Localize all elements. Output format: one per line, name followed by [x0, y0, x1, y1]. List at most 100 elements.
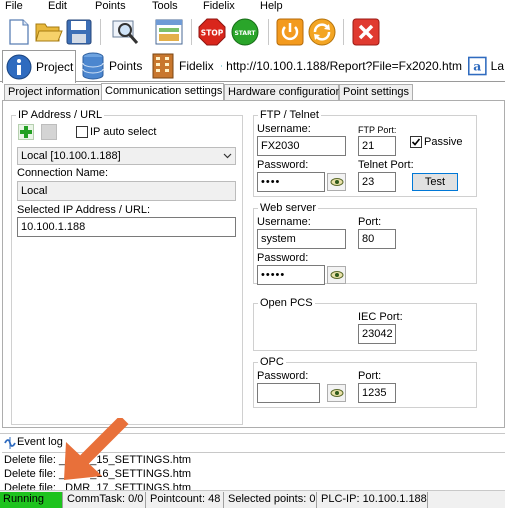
opc-port-label: Port:: [358, 370, 382, 382]
passive-checkbox[interactable]: [410, 136, 422, 148]
save-disk-icon[interactable]: [64, 17, 94, 47]
menu-fidelix[interactable]: Fidelix: [203, 0, 235, 13]
opc-password-label: Password:: [257, 370, 309, 382]
event-log-line: Delete file: _DMR_17_SETTINGS.htm: [4, 482, 192, 490]
start-sign-icon[interactable]: START: [230, 17, 260, 47]
web-username-field[interactable]: system: [257, 229, 346, 249]
open-pcs-group: Open PCS IEC Port: 23042: [253, 296, 477, 351]
connection-name-field[interactable]: Local: [17, 181, 236, 201]
ftp-port-field[interactable]: 21: [358, 136, 396, 156]
checkmark-icon: [411, 138, 421, 146]
tab-project[interactable]: Project: [2, 50, 76, 83]
menu-bar: File Edit Points Tools Fidelix Help: [0, 0, 505, 14]
passive-label: Passive: [424, 136, 463, 148]
opc-show-password-button[interactable]: [327, 384, 346, 402]
tab-language-label: La: [490, 59, 504, 73]
tab-report-url-label: http://10.100.1.188/Report?File=Fx2020.h…: [226, 59, 462, 73]
subtab-communication-settings[interactable]: Communication settings: [101, 83, 224, 101]
status-commtask: CommTask: 0/0: [64, 492, 146, 508]
close-x-icon[interactable]: [351, 17, 381, 47]
web-password-field[interactable]: •••••: [257, 265, 325, 285]
toolbar-separator: [343, 19, 344, 45]
communication-settings-panel: IP Address / URL IP auto select Local [1…: [2, 100, 505, 428]
menu-edit[interactable]: Edit: [48, 0, 67, 13]
eye-icon: [330, 178, 343, 186]
sub-tab-bar: Project information Communication settin…: [0, 83, 505, 101]
stop-sign-icon[interactable]: STOP: [197, 17, 227, 47]
selected-ip-field[interactable]: 10.100.1.188: [17, 217, 236, 237]
chevron-down-icon: [223, 153, 232, 159]
web-password-label: Password:: [257, 252, 309, 264]
opc-password-field[interactable]: [257, 383, 320, 403]
stop-text: STOP: [201, 29, 224, 38]
ip-group-title: IP Address / URL: [16, 108, 105, 122]
test-button[interactable]: Test: [412, 173, 458, 191]
toolbar-separator: [191, 19, 192, 45]
building-icon: [152, 53, 174, 79]
layout-window-icon[interactable]: [154, 17, 184, 47]
top-tab-bar: Project Points Fidelix http://10.100.1.1…: [0, 48, 505, 83]
eye-icon: [330, 271, 343, 279]
remove-ip-button[interactable]: [41, 124, 57, 140]
event-log-list[interactable]: Delete file: _DMR_15_SETTINGS.htm Delete…: [2, 452, 505, 490]
toolbar: STOP START: [0, 14, 505, 48]
toolbar-separator: [268, 19, 269, 45]
ftp-password-label: Password:: [257, 159, 309, 171]
web-port-label: Port:: [358, 216, 382, 228]
start-text: START: [234, 30, 256, 37]
tab-points-label: Points: [109, 59, 143, 73]
subtab-project-information[interactable]: Project information: [4, 84, 102, 101]
ftp-telnet-group: FTP / Telnet Username: FX2030 FTP Port: …: [253, 108, 477, 197]
tab-points[interactable]: Points: [78, 50, 146, 82]
search-inspect-icon[interactable]: [110, 17, 140, 47]
telnet-port-label: Telnet Port:: [358, 159, 414, 171]
menu-points[interactable]: Points: [95, 0, 126, 13]
web-port-field[interactable]: 80: [358, 229, 396, 249]
tab-report-url[interactable]: http://10.100.1.188/Report?File=Fx2020.h…: [218, 50, 463, 82]
ip-auto-select-label: IP auto select: [90, 126, 157, 138]
web-server-group: Web server Username: system Port: 80 Pas…: [253, 201, 477, 285]
menu-tools[interactable]: Tools: [152, 0, 178, 13]
opc-port-field[interactable]: 1235: [358, 383, 396, 403]
opcs-group-title: Open PCS: [258, 296, 315, 310]
web-show-password-button[interactable]: [327, 266, 346, 284]
subtab-point-settings[interactable]: Point settings: [339, 84, 413, 101]
power-icon[interactable]: [275, 17, 305, 47]
new-file-icon[interactable]: [4, 17, 34, 47]
event-log-header: Event log: [0, 433, 505, 451]
ftp-show-password-button[interactable]: [327, 173, 346, 191]
web-group-title: Web server: [258, 201, 319, 215]
eye-icon: [330, 389, 343, 397]
event-log-icon: [4, 437, 16, 449]
plus-icon: [20, 126, 32, 138]
event-log-line: Delete file: _DMR_15_SETTINGS.htm: [4, 454, 192, 466]
selected-ip-label: Selected IP Address / URL:: [17, 204, 151, 216]
ftp-group-title: FTP / Telnet: [258, 108, 321, 122]
ftp-username-field[interactable]: FX2030: [257, 136, 346, 156]
event-log-line: Delete file: _DMR_16_SETTINGS.htm: [4, 468, 192, 480]
status-plc-ip: PLC-IP: 10.100.1.188: [318, 492, 428, 508]
subtab-hardware-configuration[interactable]: Hardware configuration: [224, 84, 342, 101]
ftp-password-field[interactable]: ••••: [257, 172, 325, 192]
database-icon: [82, 52, 104, 80]
info-icon: [6, 54, 32, 80]
refresh-cycle-icon[interactable]: [307, 17, 337, 47]
status-selected-points: Selected points: 0: [225, 492, 317, 508]
tab-language[interactable]: a La: [465, 50, 505, 82]
status-pointcount: Pointcount: 48: [147, 492, 224, 508]
menu-file[interactable]: File: [5, 0, 23, 13]
ftp-username-label: Username:: [257, 123, 311, 135]
tab-fidelix[interactable]: Fidelix: [148, 50, 216, 82]
menu-help[interactable]: Help: [260, 0, 283, 13]
ip-address-group: IP Address / URL IP auto select Local [1…: [11, 108, 243, 425]
status-running: Running: [0, 492, 63, 508]
ip-address-combo[interactable]: Local [10.100.1.188]: [17, 147, 236, 165]
iec-port-label: IEC Port:: [358, 311, 403, 323]
event-log-title: Event log: [17, 436, 63, 448]
ip-auto-select-checkbox[interactable]: [76, 126, 88, 138]
open-folder-icon[interactable]: [34, 17, 64, 47]
iec-port-field[interactable]: 23042: [358, 324, 396, 344]
telnet-port-field[interactable]: 23: [358, 172, 396, 192]
add-ip-button[interactable]: [18, 124, 34, 140]
toolbar-separator: [100, 19, 101, 45]
